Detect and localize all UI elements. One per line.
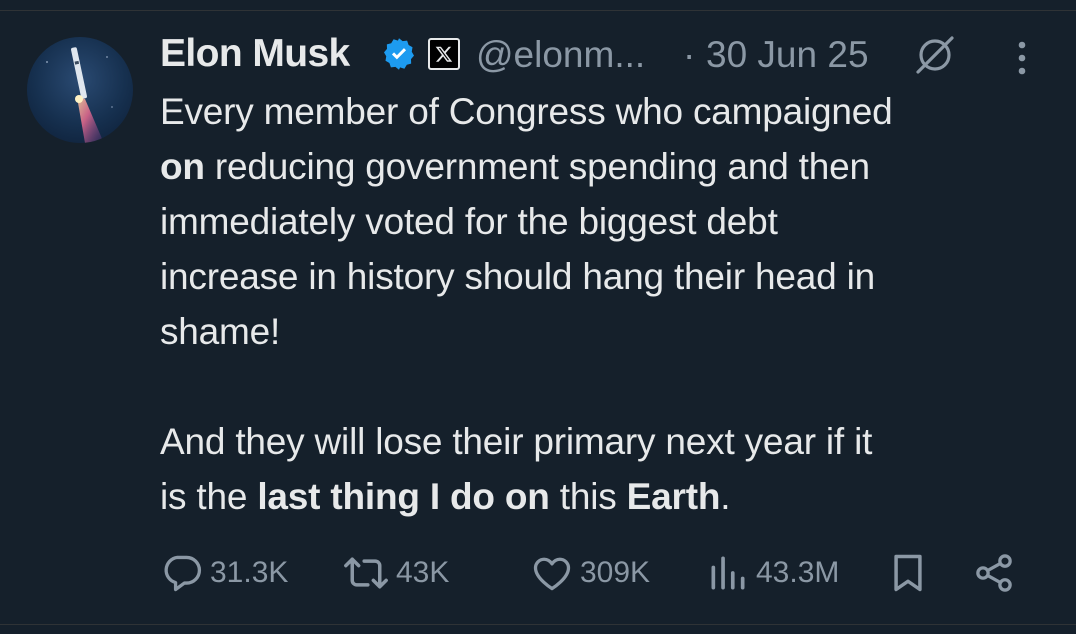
affiliate-badge[interactable]: [428, 38, 460, 70]
action-bar: 31.3K 43K 309K 43.3M: [160, 548, 1040, 598]
tweet-line: increase in history should hang their he…: [160, 249, 1050, 304]
tweet-line-text: is the: [160, 476, 258, 517]
tweet-date[interactable]: 30 Jun 25: [706, 34, 869, 76]
more-icon[interactable]: [1010, 38, 1034, 78]
tweet-line: is the last thing I do on this Earth.: [160, 469, 1050, 524]
reply-button[interactable]: 31.3K: [160, 548, 288, 598]
bottom-divider: [0, 624, 1076, 625]
tweet-bold-text: on: [160, 146, 205, 187]
views-icon: [711, 556, 745, 590]
rocket-avatar-image: [46, 47, 113, 143]
share-icon: [976, 554, 1012, 592]
share-button[interactable]: [972, 548, 1016, 598]
tweet-line: immediately voted for the biggest debt: [160, 194, 1050, 249]
tweet-bold-text: Earth: [626, 476, 721, 517]
tweet-line-text: And they will lose their primary next ye…: [160, 421, 873, 462]
author-handle[interactable]: @elonm...: [476, 34, 645, 76]
bookmark-icon: [894, 554, 922, 592]
tweet-line-text: this: [549, 476, 627, 517]
tweet-line: on reducing government spending and then: [160, 139, 1050, 194]
tweet-line-text: shame!: [160, 311, 281, 352]
tweet-header: Elon Musk @elonm... · 30 Jun 25: [160, 30, 1060, 80]
reply-count: 31.3K: [210, 556, 289, 589]
repost-button[interactable]: 43K: [342, 548, 449, 598]
tweet-line: shame!: [160, 304, 1050, 359]
grok-icon[interactable]: [912, 32, 958, 78]
repost-count: 43K: [396, 556, 450, 589]
tweet-line: And they will lose their primary next ye…: [160, 414, 1050, 469]
verified-badge-icon[interactable]: [381, 36, 417, 72]
date-separator: ·: [683, 34, 696, 75]
tweet-line-text: reducing government spending and then: [204, 146, 870, 187]
like-count: 309K: [580, 556, 651, 589]
tweet-line-text: increase in history should hang their he…: [160, 256, 876, 297]
repost-icon: [344, 557, 388, 589]
reply-icon: [164, 555, 202, 592]
views-button[interactable]: 43.3M: [706, 548, 839, 598]
bookmark-button[interactable]: [886, 548, 930, 598]
views-count: 43.3M: [756, 556, 840, 589]
tweet-line-text: Every member of Congress who campaigned: [160, 91, 893, 132]
author-name[interactable]: Elon Musk: [160, 32, 350, 76]
x-logo-icon: [435, 46, 453, 62]
tweet-text: Every member of Congress who campaigned …: [160, 84, 1050, 524]
top-divider: [0, 10, 1076, 11]
avatar[interactable]: [27, 37, 133, 143]
like-button[interactable]: 309K: [530, 548, 650, 598]
tweet-line-text: .: [720, 476, 731, 517]
tweet-bold-text: last thing I do on: [257, 476, 550, 517]
tweet-line: Every member of Congress who campaigned: [160, 84, 1050, 139]
like-icon: [533, 557, 571, 591]
tweet-line-text: immediately voted for the biggest debt: [160, 201, 778, 242]
